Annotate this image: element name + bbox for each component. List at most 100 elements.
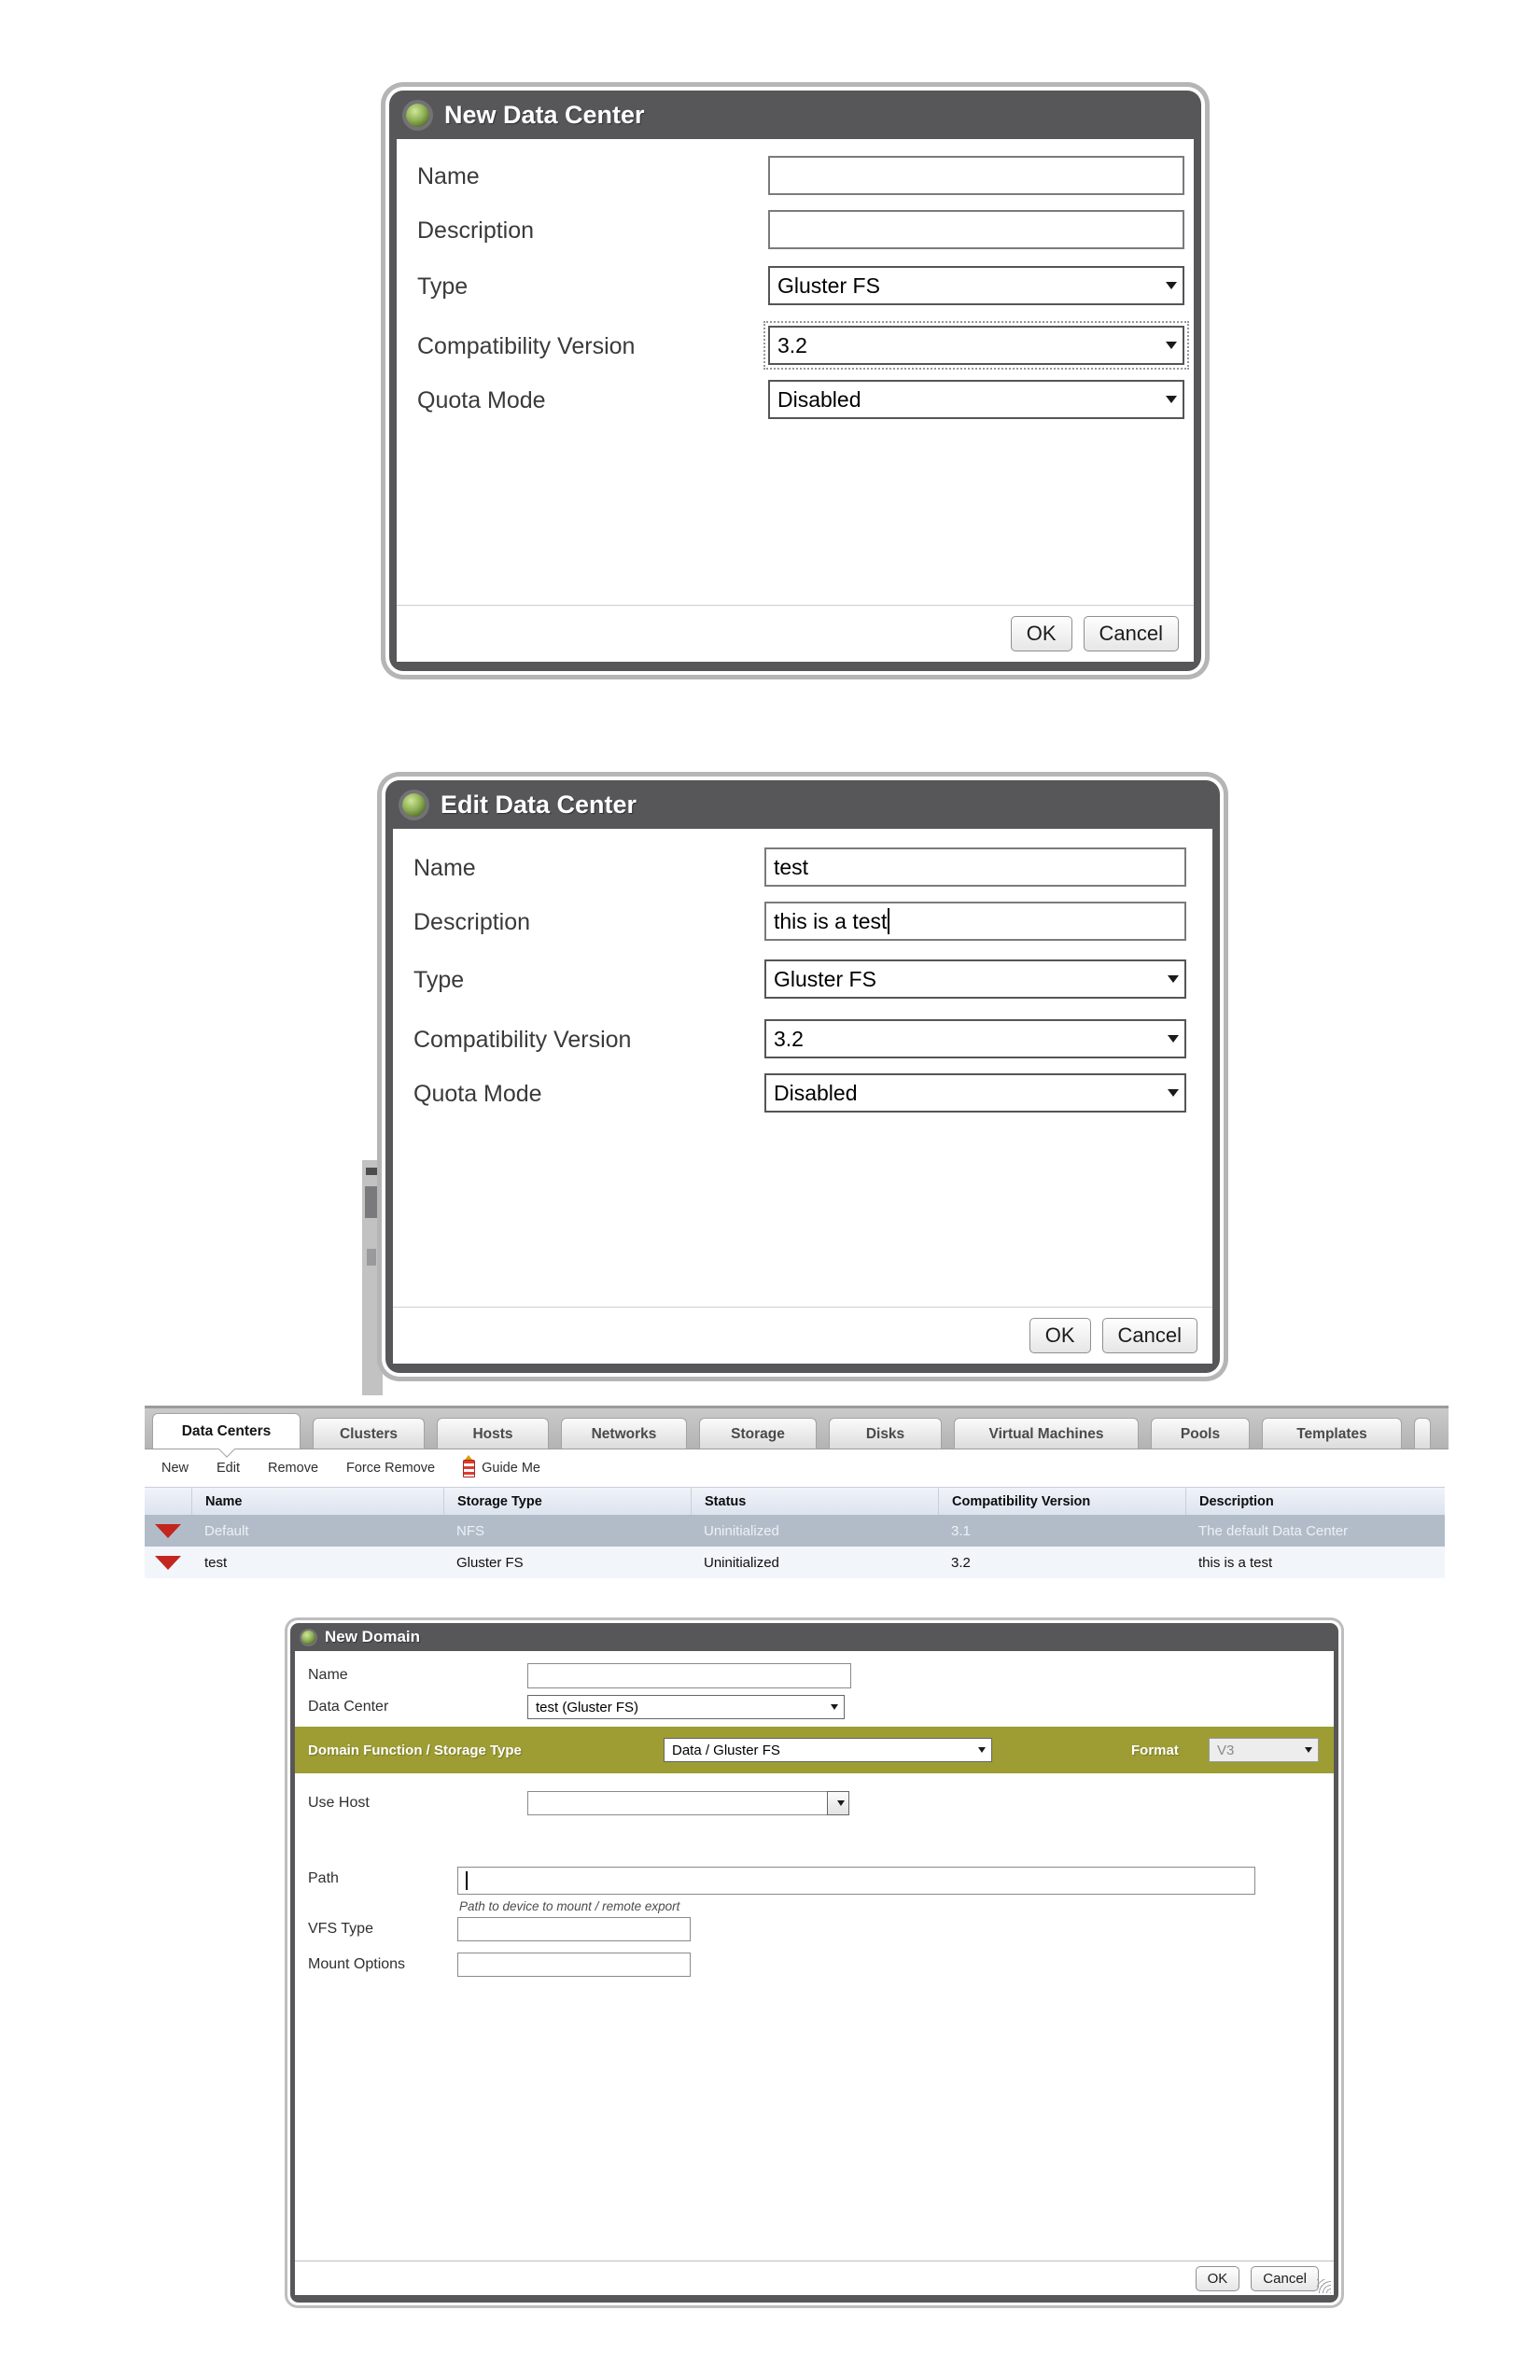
type-label: Type bbox=[417, 273, 468, 301]
dialog-titlebar: Edit Data Center bbox=[385, 780, 1220, 829]
dropdown-arrow-icon bbox=[978, 1747, 986, 1753]
data-center-label: Data Center bbox=[308, 1699, 388, 1715]
path-field[interactable] bbox=[457, 1867, 1255, 1895]
tab-virtual-machines[interactable]: Virtual Machines bbox=[954, 1418, 1139, 1449]
tab-storage[interactable]: Storage bbox=[699, 1418, 817, 1449]
main-tab-bar: Data Centers Clusters Hosts Networks Sto… bbox=[145, 1406, 1449, 1449]
table-row[interactable]: test Gluster FS Uninitialized 3.2 this i… bbox=[145, 1547, 1445, 1578]
name-field[interactable]: test bbox=[764, 847, 1186, 887]
use-host-label: Use Host bbox=[308, 1795, 370, 1812]
remove-button[interactable]: Remove bbox=[268, 1461, 318, 1476]
dialog-titlebar: New Domain bbox=[290, 1623, 1338, 1651]
name-label: Name bbox=[308, 1667, 348, 1684]
dialog-title: Edit Data Center bbox=[441, 791, 637, 819]
column-header-compatibility-version[interactable]: Compatibility Version bbox=[938, 1488, 1185, 1515]
column-header-description[interactable]: Description bbox=[1185, 1488, 1445, 1515]
table-header-row: Name Storage Type Status Compatibility V… bbox=[145, 1487, 1445, 1515]
use-host-field[interactable] bbox=[527, 1791, 828, 1815]
quota-mode-dropdown[interactable]: Disabled bbox=[764, 1073, 1186, 1113]
dialog-title: New Data Center bbox=[444, 101, 645, 130]
use-host-dropdown-button[interactable] bbox=[827, 1791, 849, 1815]
dialog-body: Name Data Center test (Gluster FS) Domai… bbox=[295, 1651, 1334, 2295]
new-button[interactable]: New bbox=[161, 1461, 189, 1476]
dialog-footer: OK Cancel bbox=[393, 1307, 1212, 1364]
tab-networks[interactable]: Networks bbox=[561, 1418, 687, 1449]
tab-hosts[interactable]: Hosts bbox=[437, 1418, 549, 1449]
dialog-body: Name Description Type Gluster FS Compati… bbox=[397, 139, 1194, 662]
quota-mode-dropdown[interactable]: Disabled bbox=[768, 380, 1184, 419]
description-label: Description bbox=[417, 217, 534, 245]
compatibility-version-dropdown[interactable]: 3.2 bbox=[764, 1019, 1186, 1058]
dialog-window: Edit Data Center Name test Description t… bbox=[385, 780, 1220, 1373]
mount-options-field[interactable] bbox=[457, 1953, 691, 1977]
format-dropdown[interactable]: V3 bbox=[1209, 1738, 1319, 1762]
row-expand-marker-icon[interactable] bbox=[155, 1524, 181, 1538]
guide-me-lighthouse-icon bbox=[463, 1460, 475, 1477]
mount-options-label: Mount Options bbox=[308, 1956, 405, 1973]
dialog-frame: Edit Data Center Name test Description t… bbox=[382, 777, 1224, 1377]
domain-function-dropdown[interactable]: Data / Gluster FS bbox=[664, 1738, 992, 1762]
resize-grip-icon[interactable] bbox=[1317, 2279, 1331, 2293]
column-header-storage-type[interactable]: Storage Type bbox=[443, 1488, 691, 1515]
new-domain-dialog: New Domain Name Data Center test (Gluste… bbox=[285, 1617, 1344, 2308]
format-label: Format bbox=[1131, 1743, 1179, 1758]
row-marker-cell bbox=[145, 1524, 191, 1538]
new-data-center-dialog: New Data Center Name Description Type Gl… bbox=[381, 82, 1210, 679]
cell-name: Default bbox=[191, 1523, 443, 1539]
cell-description: The default Data Center bbox=[1185, 1523, 1445, 1539]
tab-pools[interactable]: Pools bbox=[1151, 1418, 1250, 1449]
description-field[interactable]: this is a test bbox=[764, 902, 1186, 941]
name-field[interactable] bbox=[768, 156, 1184, 195]
page: New Data Center Name Description Type Gl… bbox=[0, 0, 1540, 2380]
dialog-frame: New Domain Name Data Center test (Gluste… bbox=[287, 1620, 1341, 2305]
cell-storage-type: NFS bbox=[443, 1523, 691, 1539]
tab-partial[interactable] bbox=[1414, 1418, 1431, 1449]
column-header-name[interactable]: Name bbox=[191, 1488, 443, 1515]
ok-button[interactable]: OK bbox=[1196, 2266, 1240, 2291]
tab-disks[interactable]: Disks bbox=[829, 1418, 942, 1449]
dialog-footer: OK Cancel bbox=[397, 605, 1194, 662]
edit-data-center-dialog: Edit Data Center Name test Description t… bbox=[377, 772, 1228, 1381]
force-remove-button[interactable]: Force Remove bbox=[346, 1461, 435, 1476]
compatibility-version-label: Compatibility Version bbox=[417, 333, 635, 360]
description-field[interactable] bbox=[768, 210, 1184, 249]
vfs-type-label: VFS Type bbox=[308, 1921, 373, 1938]
table-row[interactable]: Default NFS Uninitialized 3.1 The defaul… bbox=[145, 1515, 1445, 1547]
dialog-window: New Data Center Name Description Type Gl… bbox=[389, 91, 1201, 671]
edit-button[interactable]: Edit bbox=[217, 1461, 240, 1476]
name-field[interactable] bbox=[527, 1663, 851, 1688]
ok-button[interactable]: OK bbox=[1011, 616, 1072, 651]
dialog-footer: OK Cancel bbox=[295, 2261, 1334, 2295]
quota-mode-label: Quota Mode bbox=[413, 1081, 542, 1108]
cancel-button[interactable]: Cancel bbox=[1251, 2266, 1319, 2291]
cancel-button[interactable]: Cancel bbox=[1084, 616, 1179, 651]
datacenter-sphere-icon bbox=[402, 793, 426, 817]
tab-clusters[interactable]: Clusters bbox=[313, 1418, 425, 1449]
data-centers-table: Name Storage Type Status Compatibility V… bbox=[145, 1487, 1445, 1578]
cancel-button[interactable]: Cancel bbox=[1102, 1318, 1197, 1353]
vfs-type-field[interactable] bbox=[457, 1917, 691, 1941]
guide-me-button[interactable]: Guide Me bbox=[463, 1460, 540, 1477]
type-dropdown[interactable]: Gluster FS bbox=[764, 959, 1186, 999]
datacenter-sphere-icon bbox=[406, 104, 429, 127]
dropdown-arrow-icon bbox=[1168, 975, 1179, 983]
tab-templates[interactable]: Templates bbox=[1262, 1418, 1402, 1449]
column-header-status[interactable]: Status bbox=[691, 1488, 938, 1515]
dropdown-arrow-icon bbox=[837, 1800, 845, 1806]
type-dropdown[interactable]: Gluster FS bbox=[768, 266, 1184, 305]
dropdown-arrow-icon bbox=[1305, 1747, 1312, 1753]
dropdown-arrow-icon bbox=[1168, 1089, 1179, 1097]
compatibility-version-dropdown[interactable]: 3.2 bbox=[768, 326, 1184, 365]
dialog-frame: New Data Center Name Description Type Gl… bbox=[385, 87, 1205, 675]
data-centers-toolbar: New Edit Remove Force Remove Guide Me bbox=[145, 1449, 1449, 1487]
tab-data-centers[interactable]: Data Centers bbox=[152, 1413, 301, 1449]
row-expand-marker-icon[interactable] bbox=[155, 1556, 181, 1570]
cell-status: Uninitialized bbox=[691, 1523, 938, 1539]
dialog-body: Name test Description this is a test Typ… bbox=[393, 829, 1212, 1364]
ok-button[interactable]: OK bbox=[1029, 1318, 1091, 1353]
dialog-window: New Domain Name Data Center test (Gluste… bbox=[290, 1623, 1338, 2303]
text-caret bbox=[888, 908, 889, 934]
cell-storage-type: Gluster FS bbox=[443, 1555, 691, 1571]
dialog-title: New Domain bbox=[325, 1628, 420, 1646]
data-center-dropdown[interactable]: test (Gluster FS) bbox=[527, 1695, 845, 1719]
